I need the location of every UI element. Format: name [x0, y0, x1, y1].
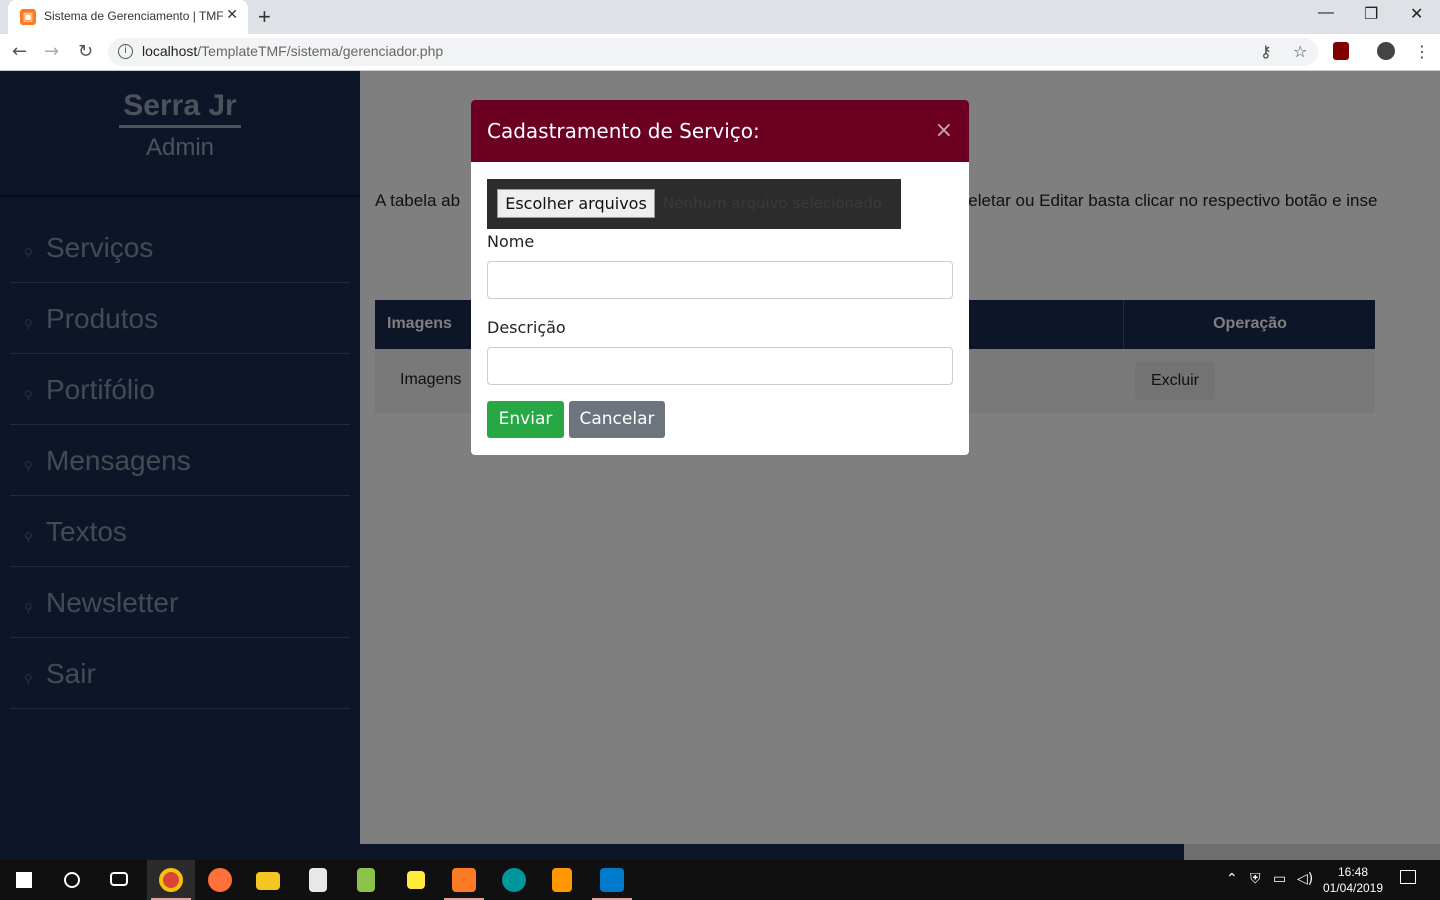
close-window-button[interactable]: ✕	[1410, 4, 1423, 24]
network-icon[interactable]: ▭	[1273, 871, 1286, 887]
security-shield-icon[interactable]: ⛨	[1250, 871, 1261, 887]
notepad-taskbar-icon[interactable]	[342, 860, 390, 900]
arduino-icon	[502, 868, 526, 892]
chrome-icon	[159, 868, 183, 892]
nome-input[interactable]	[487, 261, 953, 299]
folder-icon	[256, 872, 280, 890]
clock-time: 16:48	[1337, 865, 1369, 879]
url-input[interactable]: i localhost/TemplateTMF/sistema/gerencia…	[108, 38, 1318, 66]
firefox-icon	[208, 868, 232, 892]
calculator-icon	[309, 868, 327, 892]
modal-header: Cadastramento de Serviço: ×	[471, 100, 969, 162]
sublime-taskbar-icon[interactable]	[538, 860, 586, 900]
forward-arrow-icon[interactable]: →	[44, 41, 59, 62]
key-icon[interactable]: ⚷	[1260, 42, 1272, 61]
xampp-icon	[452, 868, 476, 892]
arduino-taskbar-icon[interactable]	[490, 860, 538, 900]
task-view-glyph-icon	[110, 872, 128, 886]
windows-logo-icon	[16, 872, 32, 888]
address-bar: ← → ↻ i localhost/TemplateTMF/sistema/ge…	[0, 34, 1440, 71]
choose-files-button[interactable]: Escolher arquivos	[497, 189, 655, 218]
new-tab-button[interactable]: +	[258, 4, 271, 30]
sticky-note-icon	[407, 871, 425, 889]
notifications-icon[interactable]	[1400, 870, 1416, 884]
ublock-extension-icon[interactable]	[1333, 42, 1349, 60]
windows-start-icon[interactable]	[0, 860, 48, 900]
vscode-taskbar-icon[interactable]	[588, 860, 636, 900]
windows-taskbar: ⌃ ⛨ ▭ ◁) 16:48 01/04/2019	[0, 860, 1440, 900]
star-icon[interactable]: ☆	[1293, 42, 1307, 61]
calculator-taskbar-icon[interactable]	[294, 860, 342, 900]
nome-label: Nome	[487, 232, 535, 251]
profile-avatar-icon[interactable]	[1377, 42, 1395, 60]
descricao-label: Descrição	[487, 318, 566, 337]
restore-button[interactable]: ❐	[1364, 4, 1378, 24]
cancel-button[interactable]: Cancelar	[569, 401, 665, 438]
modal-title: Cadastramento de Serviço:	[487, 119, 760, 143]
tab-close-icon[interactable]: ✕	[226, 7, 238, 23]
file-explorer-taskbar-icon[interactable]	[244, 860, 292, 900]
clock-date: 01/04/2019	[1322, 881, 1384, 895]
service-registration-modal: Cadastramento de Serviço: × Escolher arq…	[471, 100, 969, 455]
url-text: localhost/TemplateTMF/sistema/gerenciado…	[142, 43, 443, 59]
menu-dots-icon[interactable]: ⋮	[1414, 42, 1430, 61]
file-status-text: Nenhum arquivo selecionado	[663, 194, 882, 212]
submit-button[interactable]: Enviar	[487, 401, 564, 438]
cortana-search-icon[interactable]	[48, 860, 96, 900]
vscode-icon	[600, 868, 624, 892]
firefox-taskbar-icon[interactable]	[196, 860, 244, 900]
xampp-favicon-icon: ▣	[20, 9, 36, 25]
close-icon[interactable]: ×	[935, 118, 953, 143]
file-input[interactable]: Escolher arquivos Nenhum arquivo selecio…	[487, 179, 901, 229]
browser-tab[interactable]: ▣ Sistema de Gerenciamento | TMF ✕	[8, 0, 248, 34]
circle-icon	[64, 872, 80, 888]
system-clock[interactable]: 16:48 01/04/2019	[1318, 864, 1388, 896]
web-page: Serra Jr Admin ⚲ Serviços ⚲ Produtos ⚲ P…	[0, 71, 1440, 860]
browser-tab-bar: ▣ Sistema de Gerenciamento | TMF ✕ + — ❐…	[0, 0, 1440, 34]
xampp-taskbar-icon[interactable]	[440, 860, 488, 900]
notepad-icon	[357, 868, 375, 892]
url-host: localhost	[142, 43, 198, 59]
chrome-taskbar-icon[interactable]	[147, 860, 195, 900]
minimize-button[interactable]: —	[1318, 4, 1334, 22]
reload-icon[interactable]: ↻	[78, 41, 93, 62]
volume-icon[interactable]: ◁)	[1297, 871, 1313, 887]
back-arrow-icon[interactable]: ←	[12, 41, 27, 62]
chevron-up-icon[interactable]: ⌃	[1226, 871, 1238, 887]
tab-title: Sistema de Gerenciamento | TMF	[44, 9, 224, 23]
descricao-input[interactable]	[487, 347, 953, 385]
url-path: /TemplateTMF/sistema/gerenciador.php	[197, 43, 444, 59]
task-view-icon[interactable]	[96, 860, 144, 900]
sublime-icon	[552, 868, 572, 892]
sticky-notes-taskbar-icon[interactable]	[392, 860, 440, 900]
info-icon[interactable]: i	[118, 44, 133, 59]
